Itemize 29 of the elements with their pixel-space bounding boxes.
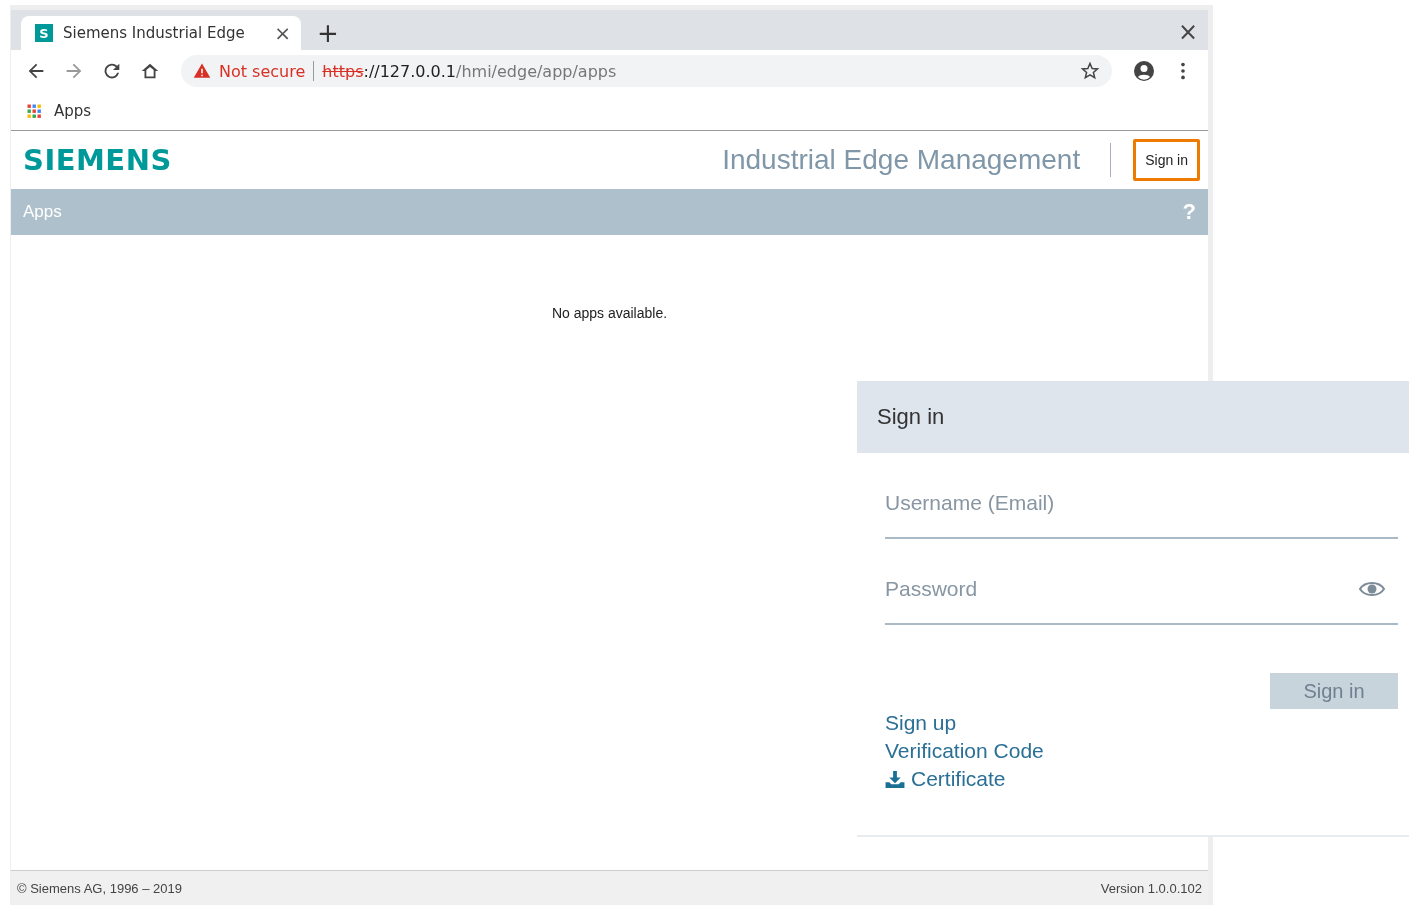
copyright-text: © Siemens AG, 1996 – 2019 xyxy=(17,880,182,896)
account-icon[interactable] xyxy=(1132,59,1156,83)
password-field[interactable]: Password xyxy=(885,555,1398,625)
text-link[interactable]: Verification Code xyxy=(885,737,1044,765)
empty-message: No apps available. xyxy=(551,305,668,323)
security-label: Not secure xyxy=(219,61,306,81)
download-link[interactable]: Certificate xyxy=(885,765,1006,793)
download-icon xyxy=(885,770,905,788)
new-tab-button[interactable]: + xyxy=(317,19,339,47)
close-tab-button[interactable]: × xyxy=(274,21,291,45)
star-icon[interactable] xyxy=(1080,61,1100,81)
warning-icon xyxy=(193,62,211,80)
apps-grid-icon xyxy=(27,103,42,119)
panel-title: Sign in xyxy=(877,404,945,430)
sign-in-button[interactable]: Sign in xyxy=(1133,139,1200,181)
bookmark-item[interactable]: Apps xyxy=(27,102,92,120)
version-text: Version 1.0.0.102 xyxy=(1100,880,1202,896)
browser-tab[interactable]: S Siemens Industrial Edge × xyxy=(21,16,301,50)
section-title: Apps xyxy=(23,202,62,222)
siemens-logo: SIEMENS xyxy=(23,143,172,177)
app-title: Industrial Edge Management xyxy=(722,144,1081,176)
site-favicon: S xyxy=(35,24,53,42)
url-text: https://127.0.0.1/hmi/edge/app/apps xyxy=(322,61,617,81)
close-window-button[interactable]: × xyxy=(1177,18,1198,46)
text-link[interactable]: Sign up xyxy=(885,709,957,737)
username-field[interactable]: Username (Email) xyxy=(885,469,1398,539)
eye-icon[interactable] xyxy=(1358,579,1386,599)
address-bar[interactable]: Not secure https://127.0.0.1/hmi/edge/app/apps xyxy=(181,55,1112,87)
tab-title: Siemens Industrial Edge xyxy=(63,24,246,42)
